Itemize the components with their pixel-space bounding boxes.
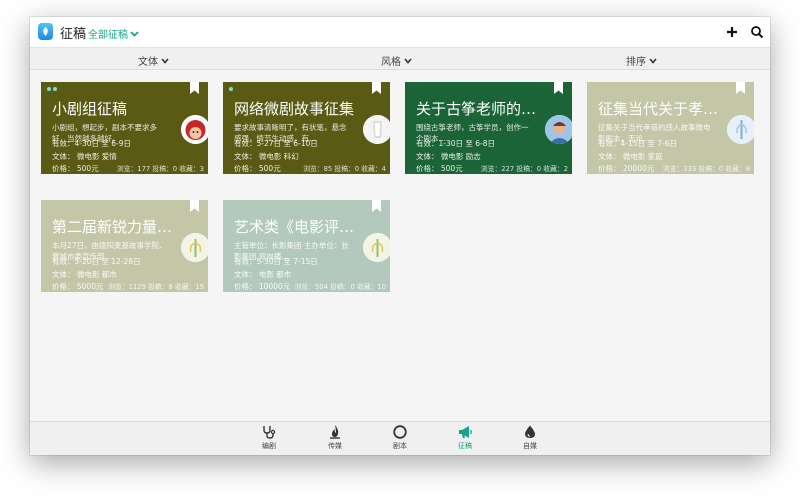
submission-card[interactable]: 小剧组征稿 小剧组，想起步，剧本不要求多 好，当然越多越好。 有效：4-30日 … — [41, 82, 208, 174]
card-valid-date: 有效：5-27日 至 6-10日 — [234, 139, 318, 148]
card-genre: 文体： 电影 都市 — [234, 270, 292, 279]
chevron-down-icon — [161, 57, 169, 64]
sort-style-label: 风格 — [381, 57, 401, 68]
submission-card[interactable]: 征集当代关于孝… 征集关于当代孝道的感人故事微电 影剧本，无论… 有效：4-15… — [587, 82, 754, 174]
sort-toolbar: 文体 风格 排序 — [30, 48, 770, 70]
card-title: 小剧组征稿 — [52, 100, 128, 118]
chevron-down-icon — [404, 57, 412, 64]
nav-label: 传媒 — [328, 442, 342, 450]
card-description: 小剧组，想起步，剧本不要求多 — [52, 123, 157, 132]
sort-order-dropdown[interactable]: 排序 — [626, 53, 657, 68]
author-avatar — [363, 115, 390, 144]
card-description: 要求故事清晰明了，有状笔，悬念 — [234, 123, 347, 132]
chevron-down-icon — [649, 57, 657, 64]
nav-item-call-for-submissions[interactable]: 征稿 — [445, 424, 485, 451]
nav-item-script[interactable]: 剧本 — [380, 424, 420, 451]
submission-card[interactable]: 艺术类《电影评… 主管单位：长影集团 主办单位：长 影集团 双向播… 有效：5-… — [223, 200, 390, 292]
card-stats: 浏览：1129 投稿：8 收藏：19 — [108, 283, 204, 291]
nav-label: 征稿 — [458, 442, 472, 450]
nav-label: 编剧 — [262, 442, 276, 450]
card-price: 价格： 500元 — [52, 164, 99, 173]
bookmark-icon[interactable] — [554, 82, 563, 94]
card-genre: 文体： 微电影 爱情 — [52, 152, 117, 161]
card-description: 主管单位：长影集团 主办单位：长 — [234, 241, 349, 250]
card-price: 价格： 20000元 — [598, 164, 655, 173]
bookmark-icon[interactable] — [372, 200, 381, 212]
title-bar: 征稿 全部征稿 — [30, 17, 770, 48]
card-genre: 文体： 微电影 家庭 — [598, 152, 663, 161]
sort-type-label: 文体 — [138, 57, 158, 68]
stethoscope-icon — [263, 426, 276, 439]
search-button[interactable] — [749, 24, 765, 40]
card-title: 征集当代关于孝… — [598, 100, 719, 118]
card-title: 关于古筝老师的… — [416, 100, 537, 118]
megaphone-icon — [459, 426, 472, 438]
card-description: 围绕古筝老师，古筝学员，创作一 — [416, 123, 529, 132]
card-stats: 浏览：227 投稿：0 收藏：2 — [480, 165, 568, 173]
filter-label: 全部征稿 — [88, 30, 128, 41]
card-valid-date: 有效：4-15日 至 7-6日 — [598, 139, 678, 148]
author-avatar — [181, 115, 208, 144]
nav-item-media[interactable]: 传媒 — [315, 424, 355, 451]
submission-card[interactable]: 网络微剧故事征集 要求故事清晰明了，有状笔，悬念 感强，情节生动感，有… 有效：… — [223, 82, 390, 174]
card-price: 价格： 5000元 — [52, 282, 104, 291]
card-title: 艺术类《电影评… — [234, 218, 355, 236]
sort-order-label: 排序 — [626, 57, 646, 68]
nav-item-screenwriter[interactable]: 编剧 — [249, 424, 289, 451]
bookmark-icon[interactable] — [190, 200, 199, 212]
add-button[interactable] — [724, 24, 740, 40]
bookmark-icon[interactable] — [190, 82, 199, 94]
card-title: 网络微剧故事征集 — [234, 100, 355, 118]
bottom-nav: 编剧 传媒 剧本 征稿 自媒 — [30, 421, 770, 455]
drop-icon — [525, 425, 535, 438]
card-valid-date: 有效：5-30日 至 7-15日 — [234, 257, 318, 266]
card-valid-date: 有效：1-30日 至 6-8日 — [416, 139, 496, 148]
card-valid-date: 有效：5-20日 至 12-28日 — [52, 257, 141, 266]
card-genre: 文体： 微电影 都市 — [52, 270, 117, 279]
card-stats: 浏览：85 投稿：0 收藏：4 — [303, 165, 386, 173]
card-grid: 小剧组征稿 小剧组，想起步，剧本不要求多 好，当然越多越好。 有效：4-30日 … — [30, 71, 770, 421]
submission-card[interactable]: 第二届新锐力量… 本月27日，由德阳麦基故事学院、 晋城市委宣传部… 有效：5-… — [41, 200, 208, 292]
card-stats: 浏览：333 投稿：0 收藏：8 — [662, 165, 750, 173]
nav-label: 自媒 — [523, 442, 537, 450]
card-description: 征集关于当代孝道的感人故事微电 — [598, 123, 711, 132]
card-price: 价格： 10000元 — [234, 282, 291, 291]
nav-item-self-media[interactable]: 自媒 — [510, 424, 550, 451]
card-genre: 文体： 微电影 科幻 — [234, 152, 299, 161]
card-stats: 浏览：504 投稿：0 收藏：10 — [294, 283, 386, 291]
sort-style-dropdown[interactable]: 风格 — [381, 53, 412, 68]
card-stats: 浏览：177 投稿：0 收藏：3 — [116, 165, 204, 173]
author-avatar — [727, 115, 754, 144]
flame-icon — [330, 425, 340, 439]
search-icon — [751, 26, 764, 39]
status-dots — [229, 87, 233, 91]
card-description: 本月27日，由德阳麦基故事学院、 — [52, 241, 167, 250]
card-title: 第二届新锐力量… — [52, 218, 173, 236]
plus-icon — [727, 27, 737, 37]
bookmark-icon[interactable] — [736, 82, 745, 94]
chevron-down-icon — [130, 30, 139, 37]
nav-label: 剧本 — [393, 442, 407, 450]
author-avatar — [181, 233, 208, 262]
app-logo-icon — [38, 23, 53, 40]
author-avatar — [545, 115, 572, 144]
app-window: 征稿 全部征稿 文体 风格 排序 小剧组征稿 小剧组，想起步，剧本不要求多 好，… — [30, 17, 770, 455]
app-title: 征稿 — [60, 27, 87, 42]
card-genre: 文体： 微电影 励志 — [416, 152, 481, 161]
filter-dropdown[interactable]: 全部征稿 — [88, 26, 139, 41]
card-price: 价格： 500元 — [234, 164, 281, 173]
circle-icon — [393, 425, 407, 439]
bookmark-icon[interactable] — [372, 82, 381, 94]
status-dots — [47, 87, 57, 91]
submission-card[interactable]: 关于古筝老师的… 围绕古筝老师，古筝学员，创作一 个剧本… 有效：1-30日 至… — [405, 82, 572, 174]
card-price: 价格： 500元 — [416, 164, 463, 173]
sort-type-dropdown[interactable]: 文体 — [138, 53, 169, 68]
card-valid-date: 有效：4-30日 至 6-9日 — [52, 139, 132, 148]
author-avatar — [363, 233, 390, 262]
